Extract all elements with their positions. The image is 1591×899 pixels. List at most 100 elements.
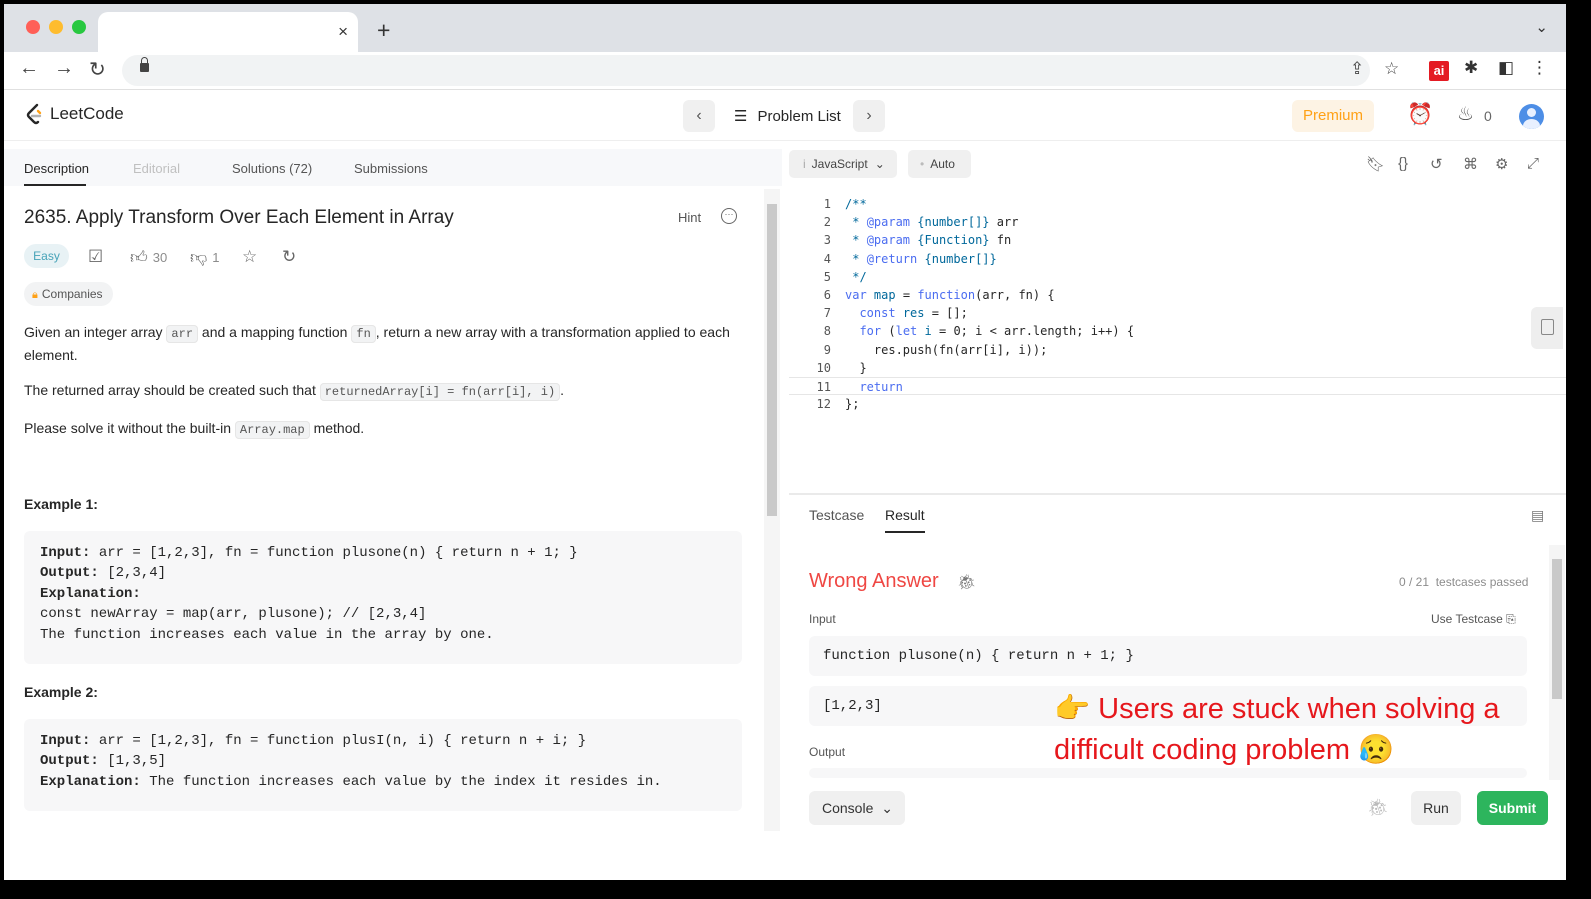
avatar[interactable] xyxy=(1519,104,1544,129)
example-2-heading: Example 2: xyxy=(24,684,98,700)
line-number: 10 xyxy=(816,360,831,375)
description-paragraph-3: Please solve it without the built-in Arr… xyxy=(24,420,365,439)
debug-icon[interactable]: 🐞︎ xyxy=(1367,798,1389,818)
example-key: Output: xyxy=(40,565,99,582)
code-line[interactable]: 5 */ xyxy=(789,268,1566,286)
language-selector[interactable]: i JavaScript ⌄ xyxy=(789,150,897,178)
tab-search-icon[interactable]: ⌄ xyxy=(1535,18,1548,36)
code-line[interactable]: 8 for (let i = 0; i < arr.length; i++) { xyxy=(789,322,1566,340)
example-line: Input: arr = [1,2,3], fn = function plus… xyxy=(40,543,726,563)
code-text: const res = []; xyxy=(859,306,968,321)
tab-description[interactable]: Description xyxy=(24,161,89,176)
lock-icon[interactable] xyxy=(140,57,149,72)
copy-icon: ⎘ xyxy=(1506,612,1516,626)
code-area[interactable]: 1/** 2 * @param {number[]} arr 3 * @param … xyxy=(789,195,1566,413)
extensions-puzzle-icon[interactable]: ✱ xyxy=(1464,58,1478,78)
browser-toolbar: ← → ↻ ⇪ ☆ ai ✱ ◧ ⋮ xyxy=(4,52,1566,90)
reload-icon[interactable]: ↻ xyxy=(89,57,106,82)
prev-problem-button[interactable]: ‹ xyxy=(683,100,715,132)
tab-solutions[interactable]: Solutions (72) xyxy=(232,161,312,176)
code-line[interactable]: 12}; xyxy=(789,395,1566,413)
scrollbar-thumb[interactable] xyxy=(767,204,777,516)
browser-tab[interactable]: × xyxy=(98,12,358,52)
forward-icon[interactable]: → xyxy=(54,57,74,80)
dislike-button[interactable]: 👎︎ 1 xyxy=(190,247,220,268)
description-scrollbar[interactable] xyxy=(764,189,780,831)
tab-editorial[interactable]: Editorial xyxy=(133,161,180,176)
language-label: JavaScript xyxy=(811,157,868,171)
problem-list-link[interactable]: ☰ Problem List xyxy=(734,107,841,125)
close-window-dot[interactable] xyxy=(26,20,40,34)
like-button[interactable]: 👍︎ 30 xyxy=(130,247,167,268)
run-button[interactable]: Run xyxy=(1411,791,1461,825)
auto-mode-selector[interactable]: • Auto xyxy=(908,150,971,178)
lock-icon: 🔒︎ xyxy=(32,289,38,301)
streak-count: 0 xyxy=(1484,108,1492,124)
settings-gear-icon[interactable]: ⚙ xyxy=(1495,155,1508,173)
shortcuts-icon[interactable]: ⌘ xyxy=(1463,155,1478,173)
layout-toggle-icon[interactable]: ▤ xyxy=(1531,507,1544,524)
favorite-star-icon[interactable]: ☆ xyxy=(242,247,257,267)
tab-submissions[interactable]: Submissions xyxy=(354,161,428,176)
submit-button[interactable]: Submit xyxy=(1477,791,1548,825)
ai-extension-icon[interactable]: ai xyxy=(1429,61,1449,81)
code-line[interactable]: 4 * @return {number[]} xyxy=(789,250,1566,268)
tab-testcase[interactable]: Testcase xyxy=(809,507,864,523)
code-line[interactable]: 10 } xyxy=(789,359,1566,377)
passed-count: 0 / 21 xyxy=(1399,575,1430,589)
more-options-icon[interactable]: ··· xyxy=(721,208,737,224)
logo-text: LeetCode xyxy=(50,104,124,123)
code-line[interactable]: 2 * @param {number[]} arr xyxy=(789,213,1566,231)
side-panel-icon[interactable]: ◧ xyxy=(1498,58,1514,78)
line-number: 8 xyxy=(823,324,831,339)
close-tab-icon[interactable]: × xyxy=(338,22,348,42)
code-line[interactable]: 11 return xyxy=(789,376,1566,396)
share-problem-icon[interactable]: ↻ xyxy=(282,247,296,267)
example-1-heading: Example 1: xyxy=(24,496,98,512)
console-button[interactable]: Console ⌄ xyxy=(809,791,905,825)
address-bar[interactable]: ⇪ ☆ xyxy=(122,55,1399,86)
solved-check-icon[interactable]: ☑ xyxy=(88,247,103,267)
line-number: 6 xyxy=(823,287,831,302)
reset-code-icon[interactable]: ↺ xyxy=(1430,155,1443,173)
bookmark-icon[interactable]: 🔖︎ xyxy=(1366,155,1385,173)
notes-side-tab-icon[interactable] xyxy=(1531,307,1563,349)
maximize-window-dot[interactable] xyxy=(72,20,86,34)
use-testcase-label: Use Testcase xyxy=(1431,612,1503,626)
code-line[interactable]: 6 var map = function(arr, fn) { xyxy=(789,286,1566,304)
browser-menu-icon[interactable]: ⋮ xyxy=(1531,58,1548,78)
premium-button[interactable]: Premium xyxy=(1292,100,1374,132)
description-panel: Description Editorial Solutions (72) Sub… xyxy=(4,149,782,880)
share-icon[interactable]: ⇪ xyxy=(1350,59,1364,79)
line-number: 1 xyxy=(823,197,831,211)
hint-button[interactable]: Hint xyxy=(678,210,701,225)
code-line[interactable]: 7 const res = []; xyxy=(789,304,1566,322)
tab-result[interactable]: Result xyxy=(885,507,925,523)
example-key: Explanation: xyxy=(40,585,141,602)
alarm-clock-icon[interactable]: ⏰ xyxy=(1407,103,1433,127)
leetcode-logo[interactable]: LeetCode xyxy=(26,103,124,125)
example-line: Output: [2,3,4] xyxy=(40,563,726,583)
code-line[interactable]: 3 * @param {Function} fn xyxy=(789,231,1566,249)
example-1-box: Input: arr = [1,2,3], fn = function plus… xyxy=(24,531,742,664)
bookmark-star-icon[interactable]: ☆ xyxy=(1384,59,1399,79)
result-scrollbar[interactable] xyxy=(1549,545,1565,780)
format-braces-icon[interactable]: {} xyxy=(1398,155,1408,172)
code-line[interactable]: 1 /** xyxy=(789,195,1566,213)
minimize-window-dot[interactable] xyxy=(49,20,63,34)
leetcode-navbar: LeetCode ‹ ☰ Problem List › Premium ⏰ ♨ 0 xyxy=(4,91,1566,141)
code-text: * @return {number[]} xyxy=(845,251,997,266)
companies-tag[interactable]: 🔒︎ Companies xyxy=(24,282,113,306)
code-text: * @param {number[]} arr xyxy=(845,215,1019,230)
new-tab-button[interactable]: + xyxy=(377,17,390,44)
expand-icon[interactable]: ⤢ xyxy=(1527,155,1539,172)
fire-streak-icon[interactable]: ♨ xyxy=(1457,103,1474,126)
debug-bug-icon[interactable]: 🐞︎ xyxy=(957,573,976,591)
next-problem-button[interactable]: › xyxy=(853,100,885,132)
example-line: Explanation: xyxy=(40,584,726,604)
scrollbar-thumb[interactable] xyxy=(1552,559,1562,699)
use-testcase-button[interactable]: Use Testcase ⎘ xyxy=(1431,612,1516,627)
chevron-down-icon: ⌄ xyxy=(881,800,893,816)
back-icon[interactable]: ← xyxy=(19,57,39,80)
code-line[interactable]: 9 res.push(fn(arr[i], i)); xyxy=(789,341,1566,359)
